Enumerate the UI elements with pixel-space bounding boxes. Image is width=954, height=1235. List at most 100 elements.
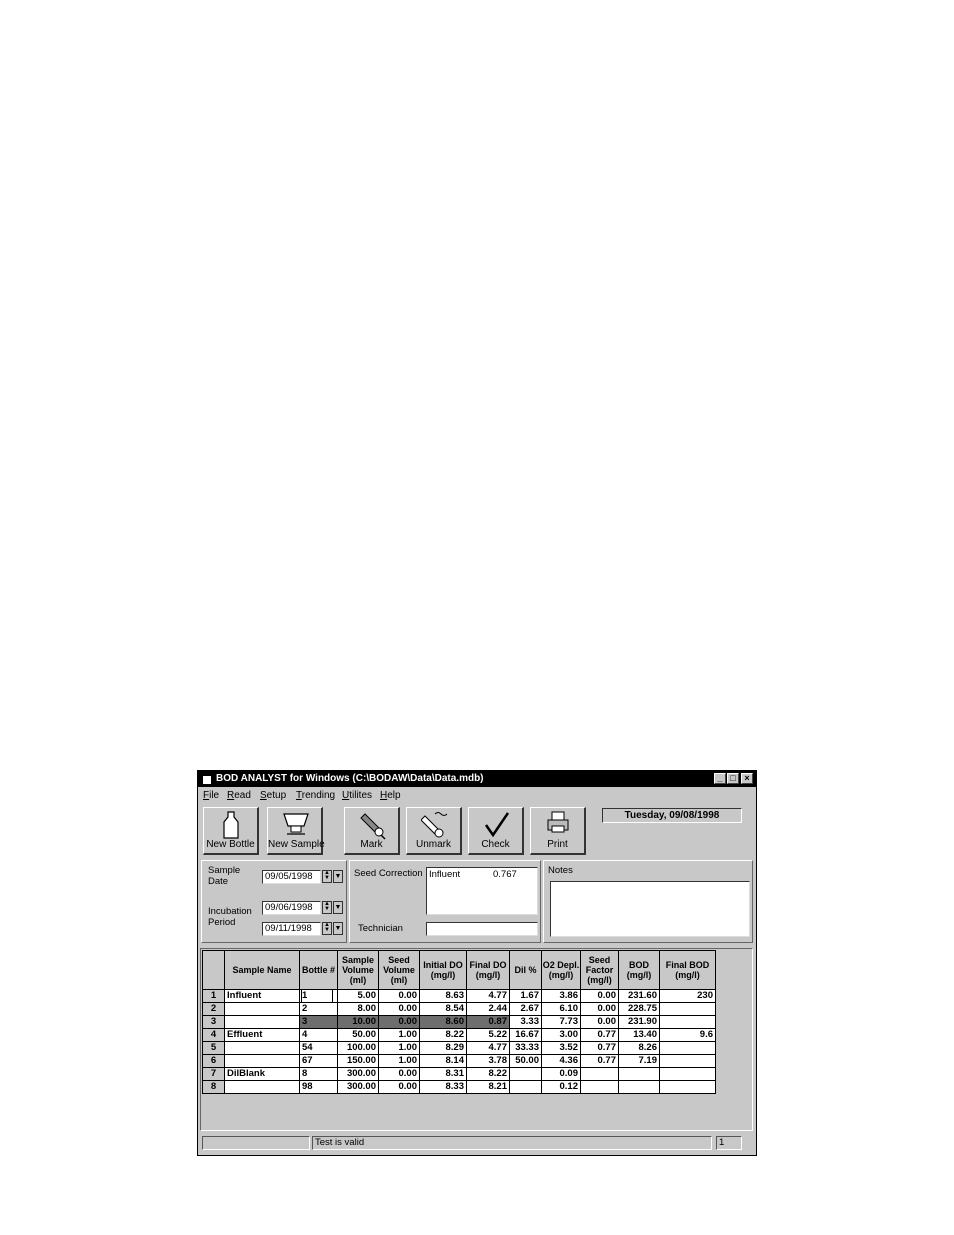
cell-seed-factor[interactable]: 0.00 — [580, 1015, 619, 1029]
cell-sample-name[interactable] — [224, 1054, 300, 1068]
cell-o2-depl[interactable]: 7.73 — [541, 1015, 581, 1029]
cell-dil-pct[interactable]: 2.67 — [509, 1002, 542, 1016]
cell-sample-name[interactable]: Effluent — [224, 1028, 300, 1042]
row-header[interactable]: 3 — [202, 1015, 225, 1029]
sample-date-field[interactable]: 09/05/1998 — [262, 870, 321, 884]
menu-trending[interactable]: Trending — [296, 788, 335, 803]
cell-bod[interactable]: 231.90 — [618, 1015, 660, 1029]
new-sample-button[interactable]: New Sample — [267, 807, 325, 855]
table-row[interactable]: 2 2 8.00 0.00 8.54 2.44 2.67 6.10 0.00 228.75 — [202, 1002, 716, 1016]
cell-final-bod[interactable] — [659, 1041, 716, 1055]
cell-sample-name[interactable]: DilBlank — [224, 1067, 300, 1081]
cell-o2-depl[interactable]: 0.12 — [541, 1080, 581, 1094]
cell-sample-name[interactable] — [224, 1041, 300, 1055]
table-row[interactable]: 4 Effluent 4 50.00 1.00 8.22 5.22 16.67 3.00 0.77… — [202, 1028, 716, 1042]
close-button[interactable]: × — [741, 773, 753, 784]
incubation-end-spinner[interactable]: ▲ ▼ — [322, 922, 332, 935]
cell-seed-volume[interactable]: 1.00 — [378, 1028, 420, 1042]
table-row[interactable]: 3 3 10.00 0.00 8.60 0.87 3.33 7.73 0.00 231.90 — [202, 1015, 716, 1029]
minimize-button[interactable]: _ — [714, 773, 726, 784]
cell-final-do[interactable]: 8.22 — [466, 1067, 510, 1081]
cell-final-bod[interactable] — [659, 1067, 716, 1081]
cell-sample-name[interactable] — [224, 1015, 300, 1029]
row-header[interactable]: 8 — [202, 1080, 225, 1094]
cell-seed-factor[interactable]: 0.00 — [580, 1002, 619, 1016]
col-dil-pct[interactable]: Dil % — [509, 950, 542, 990]
row-header[interactable]: 1 — [202, 989, 225, 1003]
menu-help[interactable]: Help — [380, 788, 401, 803]
cell-initial-do[interactable]: 8.14 — [419, 1054, 467, 1068]
cell-o2-depl[interactable]: 3.52 — [541, 1041, 581, 1055]
cell-final-bod[interactable] — [659, 1080, 716, 1094]
cell-bottle[interactable]: 1 — [299, 989, 338, 1003]
cell-o2-depl[interactable]: 6.10 — [541, 1002, 581, 1016]
cell-dil-pct[interactable]: 33.33 — [509, 1041, 542, 1055]
cell-sample-name[interactable] — [224, 1002, 300, 1016]
cell-bottle[interactable]: 8 — [299, 1067, 338, 1081]
cell-initial-do[interactable]: 8.22 — [419, 1028, 467, 1042]
cell-seed-factor[interactable] — [580, 1080, 619, 1094]
table-row[interactable]: 1 Influent 1 5.00 0.00 8.63 4.77 1.67 3.86 0.00 23… — [202, 989, 716, 1003]
col-bod[interactable]: BOD (mg/l) — [618, 950, 660, 990]
table-row[interactable]: 6 67 150.00 1.00 8.14 3.78 50.00 4.36 0.77 7.19 — [202, 1054, 716, 1068]
cell-final-do[interactable]: 4.77 — [466, 1041, 510, 1055]
menu-utilities[interactable]: Utilites — [342, 788, 372, 803]
cell-seed-volume[interactable]: 0.00 — [378, 1080, 420, 1094]
cell-seed-volume[interactable]: 0.00 — [378, 989, 420, 1003]
menu-read[interactable]: Read — [227, 788, 251, 803]
print-button[interactable]: Print — [530, 807, 586, 855]
cell-initial-do[interactable]: 8.60 — [419, 1015, 467, 1029]
menu-file[interactable]: File — [203, 788, 219, 803]
cell-bottle[interactable]: 2 — [299, 1002, 338, 1016]
incubation-start-field[interactable]: 09/06/1998 — [262, 901, 321, 915]
cell-sample-volume[interactable]: 300.00 — [337, 1080, 379, 1094]
cell-initial-do[interactable]: 8.29 — [419, 1041, 467, 1055]
cell-seed-factor[interactable] — [580, 1067, 619, 1081]
cell-seed-volume[interactable]: 1.00 — [378, 1041, 420, 1055]
cell-bod[interactable] — [618, 1067, 660, 1081]
col-seed-factor[interactable]: Seed Factor (mg/l) — [580, 950, 619, 990]
cell-sample-volume[interactable]: 8.00 — [337, 1002, 379, 1016]
mark-button[interactable]: Mark — [344, 807, 400, 855]
cell-final-do[interactable]: 3.78 — [466, 1054, 510, 1068]
sample-date-dropdown[interactable]: ▼ — [333, 870, 343, 883]
cell-initial-do[interactable]: 8.31 — [419, 1067, 467, 1081]
cell-seed-factor[interactable]: 0.00 — [580, 989, 619, 1003]
table-row[interactable]: 8 98 300.00 0.00 8.33 8.21 0.12 — [202, 1080, 716, 1094]
cell-bottle[interactable]: 67 — [299, 1054, 338, 1068]
cell-seed-volume[interactable]: 0.00 — [378, 1015, 420, 1029]
cell-final-do[interactable]: 4.77 — [466, 989, 510, 1003]
technician-field[interactable] — [426, 922, 538, 936]
cell-o2-depl[interactable]: 4.36 — [541, 1054, 581, 1068]
cell-sample-volume[interactable]: 5.00 — [337, 989, 379, 1003]
col-o2-depl[interactable]: O2 Depl. (mg/l) — [541, 950, 581, 990]
sample-date-spinner[interactable]: ▲ ▼ — [322, 870, 332, 883]
cell-bottle[interactable]: 3 — [299, 1015, 338, 1029]
title-bar[interactable]: BOD ANALYST for Windows (C:\BODAW\Data\D… — [198, 771, 756, 787]
incubation-end-dropdown[interactable]: ▼ — [333, 922, 343, 935]
cell-bottle[interactable]: 54 — [299, 1041, 338, 1055]
row-header[interactable]: 5 — [202, 1041, 225, 1055]
cell-initial-do[interactable]: 8.63 — [419, 989, 467, 1003]
cell-bod[interactable]: 8.26 — [618, 1041, 660, 1055]
cell-seed-factor[interactable]: 0.77 — [580, 1054, 619, 1068]
cell-seed-factor[interactable]: 0.77 — [580, 1028, 619, 1042]
table-row[interactable]: 7 DilBlank 8 300.00 0.00 8.31 8.22 0.09 — [202, 1067, 716, 1081]
maximize-button[interactable]: □ — [727, 773, 739, 784]
incubation-end-field[interactable]: 09/11/1998 — [262, 922, 321, 936]
seed-correction-list[interactable]: Influent 0.767 — [426, 867, 538, 915]
cell-bod[interactable] — [618, 1080, 660, 1094]
cell-final-bod[interactable]: 9.6 — [659, 1028, 716, 1042]
col-initial-do[interactable]: Initial DO (mg/l) — [419, 950, 467, 990]
unmark-button[interactable]: Unmark — [406, 807, 462, 855]
cell-bod[interactable]: 231.60 — [618, 989, 660, 1003]
app-icon[interactable] — [202, 775, 212, 785]
cell-initial-do[interactable]: 8.54 — [419, 1002, 467, 1016]
cell-sample-volume[interactable]: 100.00 — [337, 1041, 379, 1055]
cell-dil-pct[interactable] — [509, 1080, 542, 1094]
row-header[interactable]: 7 — [202, 1067, 225, 1081]
check-button[interactable]: Check — [468, 807, 524, 855]
table-row[interactable]: 5 54 100.00 1.00 8.29 4.77 33.33 3.52 0.77 8.26 — [202, 1041, 716, 1055]
cell-bod[interactable]: 13.40 — [618, 1028, 660, 1042]
cell-bottle[interactable]: 4 — [299, 1028, 338, 1042]
